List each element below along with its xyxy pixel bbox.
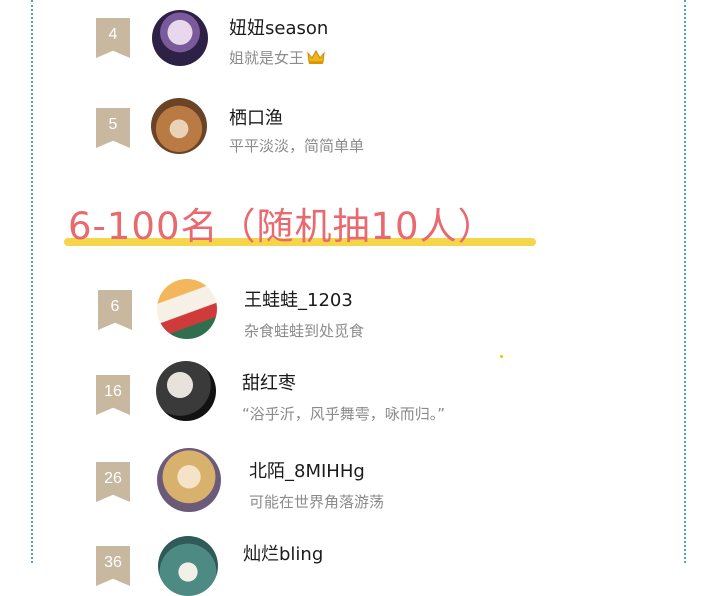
user-bio: 杂食蛙蛙到处觅食 — [244, 322, 365, 340]
user-bio: 平平淡淡，简简单单 — [229, 137, 365, 155]
rank-number: 4 — [108, 26, 118, 43]
crown-icon — [306, 49, 326, 69]
rank-number: 16 — [104, 383, 122, 400]
avatar[interactable] — [157, 279, 217, 339]
user-name[interactable]: 灿烂bling — [243, 540, 323, 566]
rank-number: 5 — [108, 116, 118, 133]
right-dotted-border — [684, 0, 686, 563]
user-name[interactable]: 北陌_8MIHHg — [249, 457, 365, 483]
rank-badge: 16 — [96, 375, 130, 415]
rank-number: 6 — [110, 298, 120, 315]
user-bio: 可能在世界角落游荡 — [249, 493, 385, 511]
rank-badge: 36 — [96, 546, 130, 586]
user-bio-text: 姐就是女王 — [229, 49, 305, 67]
user-bio: “浴乎沂，风乎舞雩，咏而归。” — [242, 405, 446, 423]
user-name[interactable]: 王蛙蛙_1203 — [244, 286, 353, 312]
rank-badge: 4 — [96, 18, 130, 58]
avatar[interactable] — [157, 448, 221, 512]
user-bio: 姐就是女王 — [229, 47, 326, 69]
decorative-dot — [500, 355, 503, 358]
rank-badge: 26 — [96, 462, 130, 502]
section-title: 6-100名（随机抽10人） — [68, 205, 496, 248]
rank-badge: 5 — [96, 108, 130, 148]
user-name[interactable]: 栖口渔 — [229, 104, 283, 130]
avatar[interactable] — [151, 98, 207, 154]
rank-number: 36 — [104, 554, 122, 571]
user-name[interactable]: 甜红枣 — [242, 369, 296, 395]
rank-badge: 6 — [98, 290, 132, 330]
avatar[interactable] — [156, 361, 216, 421]
rank-number: 26 — [104, 470, 122, 487]
left-dotted-border — [31, 0, 33, 563]
avatar[interactable] — [152, 10, 208, 66]
avatar[interactable] — [158, 536, 218, 596]
user-name[interactable]: 妞妞season — [229, 14, 328, 40]
